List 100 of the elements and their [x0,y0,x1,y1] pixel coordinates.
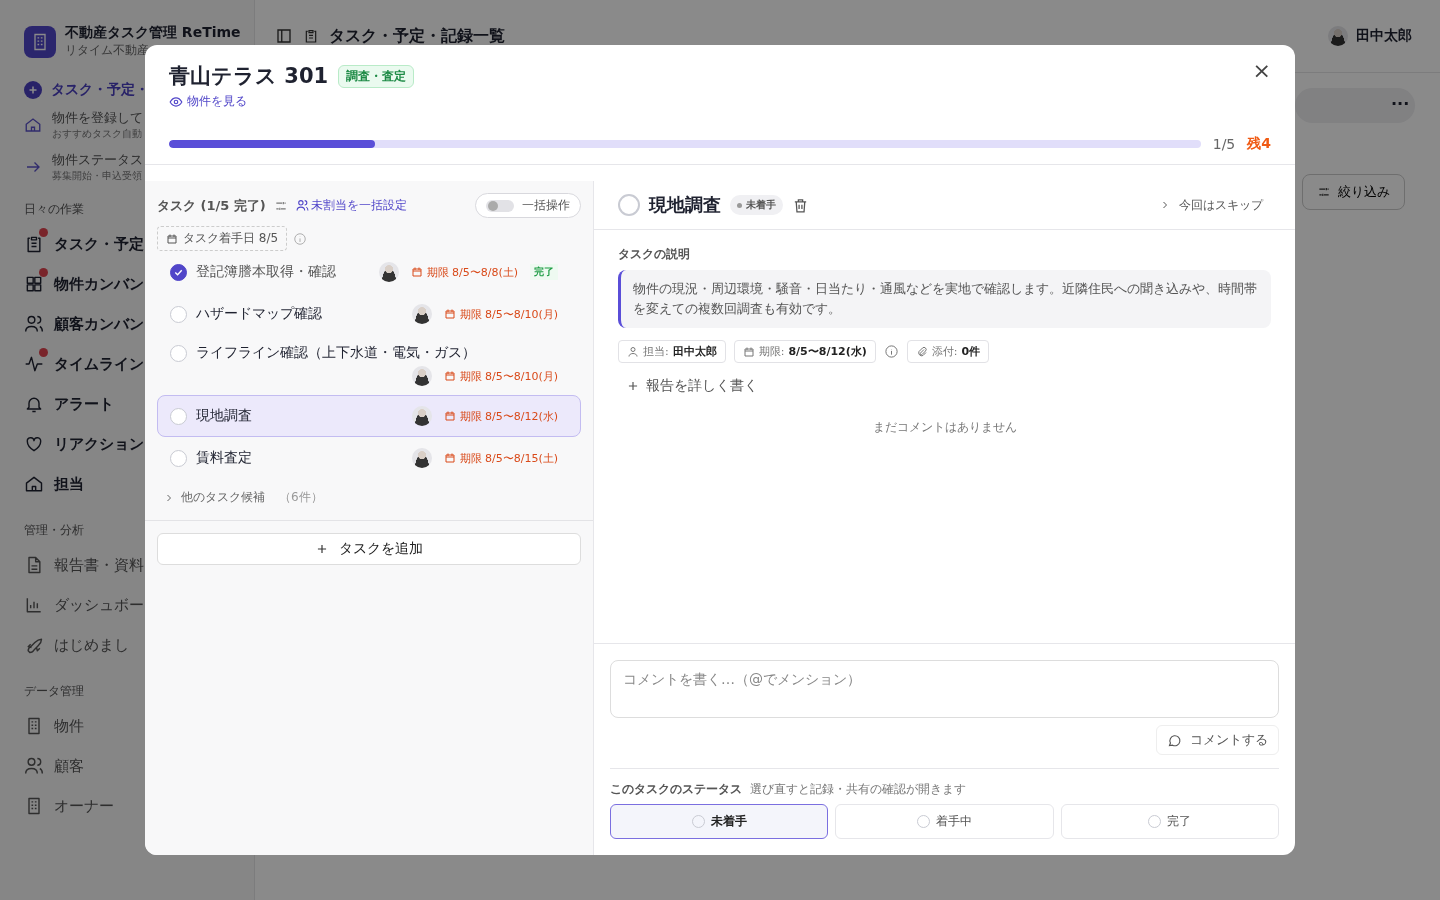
remaining-count: 残4 [1247,134,1271,153]
avatar-icon [411,366,432,386]
task-row[interactable]: 登記簿謄本取得・確認 期限 8/5〜8/8(土) 完了 [157,251,581,293]
task-title: 現地調査 [649,193,721,217]
calendar-icon [443,370,456,382]
more-tasks-toggle[interactable]: 他のタスク候補 （6件） [157,479,581,506]
meta-chip: 添付: 0件 [906,340,990,363]
task-description: 物件の現況・周辺環境・騒音・日当たり・通風などを実地で確認します。近隣住民への聞き込みや、時間帯を変えての複数回調査も有効です。 [618,270,1271,328]
nav-item[interactable]: タスク・予定 [24,224,144,264]
add-task-button[interactable]: タスクを追加 [157,533,581,565]
nav-item[interactable]: アラート [24,384,114,424]
status-badge: 未着手 [730,195,783,215]
promo-title: 物件を登録して [52,109,143,127]
avatar-icon [411,406,432,426]
user-name: 田中太郎 [1356,27,1412,45]
page-title: タスク・予定・記録一覧 [329,25,505,47]
more-button[interactable]: ··· [1391,94,1410,113]
progress-count: 1/5 [1212,135,1236,152]
property-title: 青山テラス 301 [169,63,329,90]
done-badge: 完了 [530,264,558,280]
task-name: ライフライン確認（上下水道・電気・ガス） [196,344,476,362]
paperclip-icon [915,345,928,358]
status-option[interactable]: 完了 [1060,804,1279,839]
task-name: ハザードマップ確認 [196,305,322,323]
stage-tag: 調査・査定 [338,64,415,88]
nav-item[interactable]: 顧客カンバン [24,304,144,344]
bulk-assign-link[interactable]: 未割当を一括設定 [295,197,407,214]
home-icon [24,474,44,494]
comment-field[interactable]: コメントを書く…（@でメンション） [610,660,1279,718]
calendar-icon [443,452,456,464]
nav-item[interactable]: オーナー [24,786,114,826]
nav-item[interactable]: はじめまし [24,625,129,665]
person-icon [627,345,639,358]
section-title: 日々の作業 [24,201,84,218]
bar-chart-icon [24,595,44,615]
skip-link[interactable]: 今回はスキップ [1159,196,1271,214]
meta-chip: 担当: 田中太郎 [618,340,726,363]
info-icon[interactable] [293,231,308,246]
nav-item[interactable]: 物件カンバン [24,264,144,304]
status-label: このタスクのステータス [610,781,742,798]
description-label: タスクの説明 [618,246,691,263]
empty-comments-text: まだコメントはありません [872,419,1017,436]
nav-item[interactable]: ダッシュボー [24,585,144,625]
rocket-icon [24,635,44,655]
meta-chip: 期限: 8/5〜8/12(水) [733,340,876,363]
task-row[interactable]: 現地調査 期限 8/5〜8/12(水) [157,395,581,437]
nav-item[interactable]: リアクション [24,424,144,464]
section-title: データ管理 [24,683,84,700]
task-row[interactable]: ライフライン確認（上下水道・電気・ガス） 期限 8/5〜8/10(月) [157,335,581,395]
task-name: 登記簿謄本取得・確認 [196,263,336,281]
calendar-icon [410,266,423,278]
comment-button[interactable]: コメントする [1156,725,1279,755]
write-report-link[interactable]: 報告を詳しく書く [626,377,1271,395]
users-icon [24,314,44,334]
task-row[interactable]: 賃料査定 期限 8/5〜8/15(土) [157,437,581,479]
avatar-icon [411,304,432,324]
nav-item[interactable]: 物件 [24,706,84,746]
status-hint: 選び直すと記録・共有の確認が開きます [750,781,966,797]
section-title: 管理・分析 [24,522,84,539]
logo-icon [24,25,56,58]
heart-icon [24,434,44,454]
home-icon [24,116,42,134]
eye-icon [169,94,183,109]
info-icon[interactable] [883,344,899,359]
status-option[interactable]: 未着手 [610,804,829,839]
trash-icon[interactable] [792,196,809,214]
search-field[interactable] [1295,88,1415,123]
due-date: 期限 8/5〜8/8(土) [410,264,518,280]
task-name: 現地調査 [196,407,252,425]
due-date: 期限 8/5〜8/10(月) [443,368,558,384]
nav-item[interactable]: 報告書・資料 [24,545,144,585]
due-date: 期限 8/5〜8/10(月) [443,306,558,322]
avatar-icon [1328,26,1348,46]
sidebar-toggle-icon[interactable] [275,27,293,45]
users-icon [24,756,44,776]
status-option[interactable]: 着手中 [835,804,1054,839]
clipboard-icon [303,28,319,44]
task-checkbox[interactable] [170,263,187,281]
calendar-icon [166,232,178,245]
nav-item[interactable]: 担当 [24,464,84,504]
nav-item[interactable]: 顧客 [24,746,84,786]
start-date-chip[interactable]: タスク着手日 8/5 [157,226,288,251]
chat-icon [1167,732,1182,748]
plus-icon [24,81,42,99]
calendar-icon [742,345,755,358]
plus-icon [315,542,329,556]
task-row[interactable]: ハザードマップ確認 期限 8/5〜8/10(月) [157,293,581,335]
calendar-icon [443,410,456,422]
avatar-icon [378,262,399,282]
due-date: 期限 8/5〜8/12(水) [443,408,558,424]
nav-item[interactable]: タイムライン [24,344,144,384]
filter-button[interactable]: 絞り込み [1302,174,1405,210]
plus-icon [626,379,640,393]
users-icon [295,199,309,212]
app-name: 不動産タスク管理 ReTime [65,24,241,42]
due-date: 期限 8/5〜8/15(土) [443,450,558,466]
bulk-toggle[interactable]: 一括操作 [475,193,581,218]
view-property-link[interactable]: 物件を見る [169,93,247,110]
sliders-icon [1317,185,1331,199]
close-button[interactable]: × [1246,57,1277,84]
